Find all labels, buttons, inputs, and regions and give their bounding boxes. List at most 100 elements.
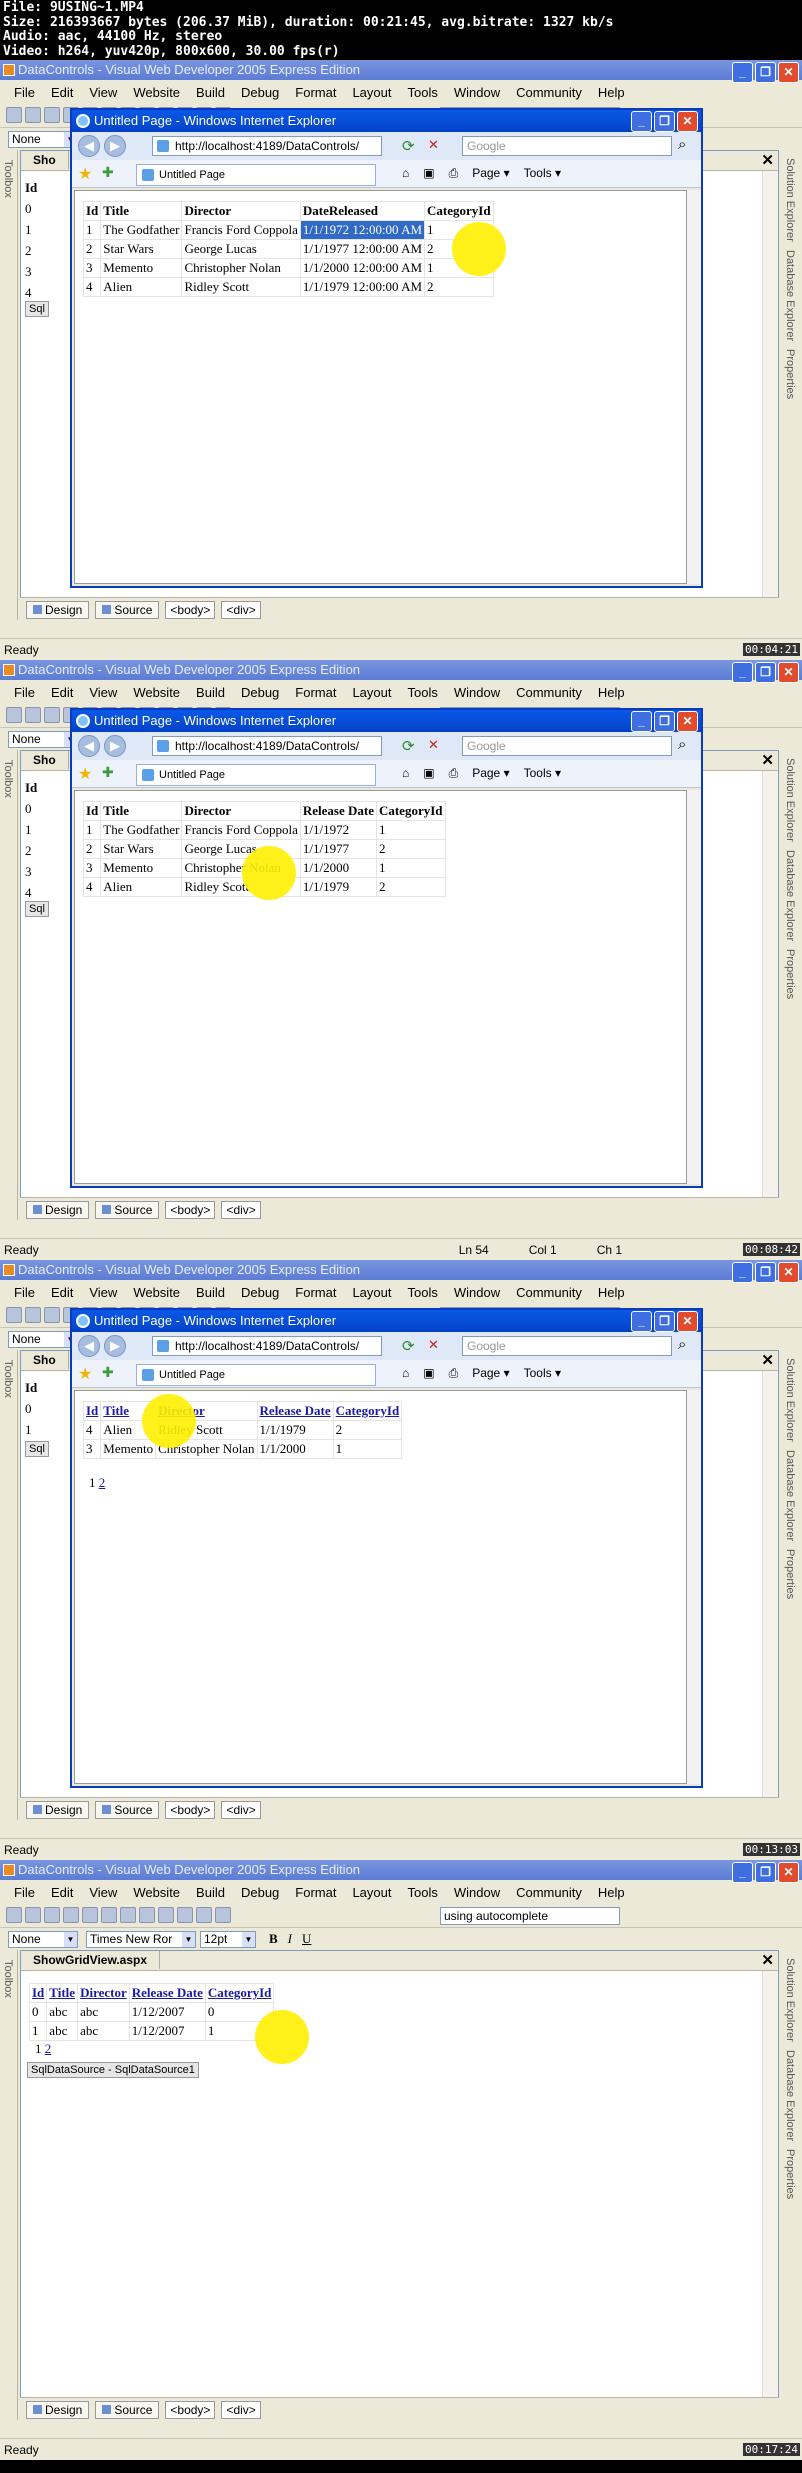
tag-div[interactable]: <div> <box>221 2400 261 2419</box>
add-item-icon[interactable] <box>25 107 41 123</box>
find-combo[interactable]: using autocomplete <box>440 1907 620 1925</box>
ie-scrollbar[interactable] <box>687 1390 701 1784</box>
new-project-icon[interactable] <box>6 707 22 723</box>
tag-div[interactable]: <div> <box>221 600 261 619</box>
add-favorite-icon[interactable]: ✚ <box>102 1364 114 1381</box>
print-icon[interactable]: ⎙ <box>449 166 459 181</box>
pager-page-link[interactable]: 2 <box>45 2041 52 2056</box>
pager-page-current[interactable]: 1 <box>89 1475 96 1490</box>
document-tab[interactable]: Sho <box>21 751 69 769</box>
grid-header-cell[interactable]: Release Date <box>128 1983 206 2003</box>
tag-div[interactable]: <div> <box>221 1200 261 1219</box>
grid-header-cell[interactable]: Id <box>28 1983 48 2003</box>
menu-tools[interactable]: Tools <box>400 1885 446 1900</box>
database-explorer-tab[interactable]: Database Explorer <box>784 1450 796 1541</box>
maximize-button[interactable]: ❐ <box>654 711 675 732</box>
page-menu[interactable]: Page ▾ <box>472 1366 509 1381</box>
menu-file[interactable]: File <box>6 685 43 700</box>
stop-icon[interactable]: ✕ <box>428 137 439 153</box>
tag-body[interactable]: <body> <box>165 1200 216 1219</box>
feeds-icon[interactable]: ▣ <box>423 166 434 181</box>
vertical-scrollbar[interactable] <box>762 1971 778 2419</box>
close-document-icon[interactable]: ✕ <box>761 1951 774 1969</box>
new-project-icon[interactable] <box>6 107 22 123</box>
toolbox-tab[interactable]: Toolbox <box>2 160 14 198</box>
menu-help[interactable]: Help <box>590 1285 633 1300</box>
cut-icon[interactable] <box>101 1907 117 1923</box>
document-tab[interactable]: Sho <box>21 1351 69 1369</box>
menu-layout[interactable]: Layout <box>344 1285 399 1300</box>
page-menu[interactable]: Page ▾ <box>472 766 509 781</box>
source-view-button[interactable]: Source <box>95 1800 160 1819</box>
menu-build[interactable]: Build <box>188 85 233 100</box>
menu-layout[interactable]: Layout <box>344 1885 399 1900</box>
refresh-icon[interactable]: ⟳ <box>402 737 415 755</box>
refresh-icon[interactable]: ⟳ <box>402 1337 415 1355</box>
add-item-icon[interactable] <box>25 1907 41 1923</box>
tools-menu[interactable]: Tools ▾ <box>524 166 561 181</box>
grid-header-cell[interactable]: Release Date <box>256 1401 334 1421</box>
menu-format[interactable]: Format <box>287 1885 344 1900</box>
minimize-button[interactable]: _ <box>631 1311 652 1332</box>
menu-format[interactable]: Format <box>287 1285 344 1300</box>
open-icon[interactable] <box>44 1907 60 1923</box>
save-icon[interactable] <box>63 1907 79 1923</box>
redo-icon[interactable] <box>177 1907 193 1923</box>
page-tab[interactable]: Untitled Page <box>136 1364 376 1386</box>
vertical-scrollbar[interactable] <box>762 1371 778 1819</box>
search-input[interactable]: Google <box>462 736 672 756</box>
search-icon[interactable]: ⌕ <box>678 136 686 153</box>
close-document-icon[interactable]: ✕ <box>761 151 774 169</box>
source-view-button[interactable]: Source <box>95 1200 160 1219</box>
vertical-scrollbar[interactable] <box>762 771 778 1219</box>
menu-website[interactable]: Website <box>125 685 188 700</box>
menu-help[interactable]: Help <box>590 85 633 100</box>
find-icon[interactable] <box>215 1907 231 1923</box>
document-tab[interactable]: Sho <box>21 151 69 169</box>
favorites-star-icon[interactable]: ★ <box>78 1364 92 1384</box>
menu-window[interactable]: Window <box>446 1285 508 1300</box>
minimize-button[interactable]: _ <box>631 111 652 132</box>
menu-edit[interactable]: Edit <box>43 1285 81 1300</box>
url-input[interactable]: http://localhost:4189/DataControls/ <box>152 1336 382 1356</box>
menu-website[interactable]: Website <box>125 1885 188 1900</box>
menu-help[interactable]: Help <box>590 1885 633 1900</box>
grid-header-cell[interactable]: Title <box>46 1983 79 2003</box>
menu-website[interactable]: Website <box>125 85 188 100</box>
forward-button[interactable]: ▶ <box>104 135 126 157</box>
copy-icon[interactable] <box>120 1907 136 1923</box>
page-menu[interactable]: Page ▾ <box>472 166 509 181</box>
menu-format[interactable]: Format <box>287 85 344 100</box>
menu-layout[interactable]: Layout <box>344 685 399 700</box>
menu-community[interactable]: Community <box>508 685 590 700</box>
menu-edit[interactable]: Edit <box>43 1885 81 1900</box>
back-button[interactable]: ◀ <box>78 135 100 157</box>
block-format-select[interactable]: None▼ <box>8 1331 78 1348</box>
sqldatasource-control[interactable]: Sql <box>25 301 49 317</box>
underline-button[interactable]: U <box>299 1931 314 1947</box>
add-favorite-icon[interactable]: ✚ <box>102 164 114 181</box>
undo-icon[interactable] <box>158 1907 174 1923</box>
start-icon[interactable] <box>196 1907 212 1923</box>
new-project-icon[interactable] <box>6 1907 22 1923</box>
design-view-button[interactable]: Design <box>26 2400 90 2419</box>
save-all-icon[interactable] <box>82 1907 98 1923</box>
sqldatasource-control[interactable]: SqlDataSource - SqlDataSource1 <box>27 2062 199 2078</box>
design-view-button[interactable]: Design <box>26 1800 90 1819</box>
close-document-icon[interactable]: ✕ <box>761 751 774 769</box>
stop-icon[interactable]: ✕ <box>428 1337 439 1353</box>
print-icon[interactable]: ⎙ <box>449 766 459 781</box>
paste-icon[interactable] <box>139 1907 155 1923</box>
maximize-button[interactable]: ❐ <box>654 1311 675 1332</box>
tools-menu[interactable]: Tools ▾ <box>524 1366 561 1381</box>
tag-body[interactable]: <body> <box>165 2400 216 2419</box>
block-format-select[interactable]: None▼ <box>8 1931 78 1948</box>
home-icon[interactable]: ⌂ <box>402 1366 409 1381</box>
source-view-button[interactable]: Source <box>95 600 160 619</box>
properties-tab[interactable]: Properties <box>784 349 796 399</box>
tag-body[interactable]: <body> <box>165 600 216 619</box>
grid-header-cell[interactable]: Id <box>82 1401 102 1421</box>
solution-explorer-tab[interactable]: Solution Explorer <box>784 1958 796 2042</box>
favorites-star-icon[interactable]: ★ <box>78 164 92 184</box>
grid-header-cell[interactable]: Director <box>77 1983 130 2003</box>
